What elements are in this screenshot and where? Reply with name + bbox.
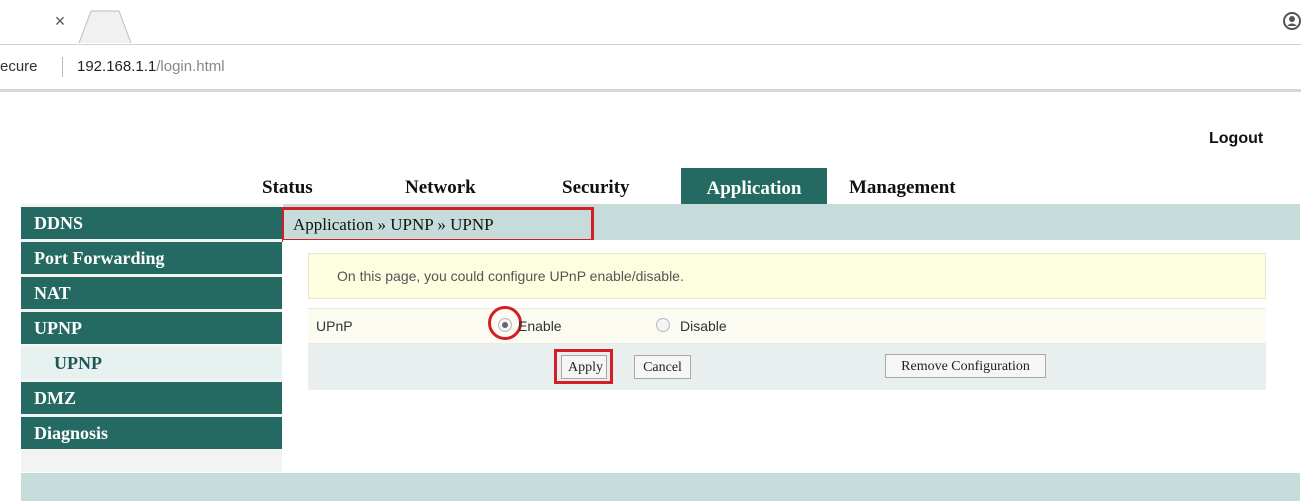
sidebar-subitem-upnp[interactable]: UPNP	[21, 347, 282, 379]
close-icon[interactable]: ×	[50, 11, 70, 31]
sidebar-item-diagnosis[interactable]: Diagnosis	[21, 417, 282, 449]
sidebar-item-upnp[interactable]: UPNP	[21, 312, 282, 344]
sidebar-item-port-forwarding[interactable]: Port Forwarding	[21, 242, 282, 274]
sidebar-item-nat[interactable]: NAT	[21, 277, 282, 309]
remove-configuration-button[interactable]: Remove Configuration	[885, 354, 1046, 378]
upnp-field-label: UPnP	[316, 318, 353, 334]
tab-status[interactable]: Status	[262, 168, 313, 204]
cancel-button[interactable]: Cancel	[634, 355, 691, 379]
sidebar: DDNS Port Forwarding NAT UPNP UPNP DMZ D…	[21, 204, 282, 472]
apply-button[interactable]: Apply	[561, 355, 607, 379]
breadcrumb: Application » UPNP » UPNP	[281, 207, 594, 242]
browser-tab-strip: ×	[0, 0, 1301, 45]
tab-management[interactable]: Management	[849, 168, 956, 204]
tab-security[interactable]: Security	[562, 168, 630, 204]
new-tab-icon[interactable]	[78, 10, 132, 44]
disable-radio[interactable]	[656, 318, 670, 332]
sidebar-item-dmz[interactable]: DMZ	[21, 382, 282, 414]
footer-bar	[21, 473, 1300, 501]
button-row: Apply Cancel Remove Configuration	[308, 344, 1266, 390]
upnp-form-row: UPnP Enable Disable	[308, 306, 1266, 344]
info-message: On this page, you could configure UPnP e…	[308, 253, 1266, 299]
tab-network[interactable]: Network	[405, 168, 476, 204]
secure-label[interactable]: ecure	[0, 58, 38, 75]
url-separator	[62, 57, 63, 77]
enable-radio[interactable]	[498, 318, 512, 332]
disable-label[interactable]: Disable	[680, 318, 727, 334]
profile-icon[interactable]	[1283, 12, 1301, 30]
enable-label[interactable]: Enable	[518, 318, 562, 334]
tab-application[interactable]: Application	[681, 168, 827, 204]
logout-link[interactable]: Logout	[1209, 130, 1263, 148]
url-host: 192.168.1.1	[77, 58, 157, 75]
sidebar-item-ddns[interactable]: DDNS	[21, 207, 282, 239]
url-text[interactable]: 192.168.1.1/login.html	[77, 58, 225, 75]
url-path: /login.html	[156, 58, 225, 75]
address-bar[interactable]: ecure 192.168.1.1/login.html	[0, 45, 1301, 92]
